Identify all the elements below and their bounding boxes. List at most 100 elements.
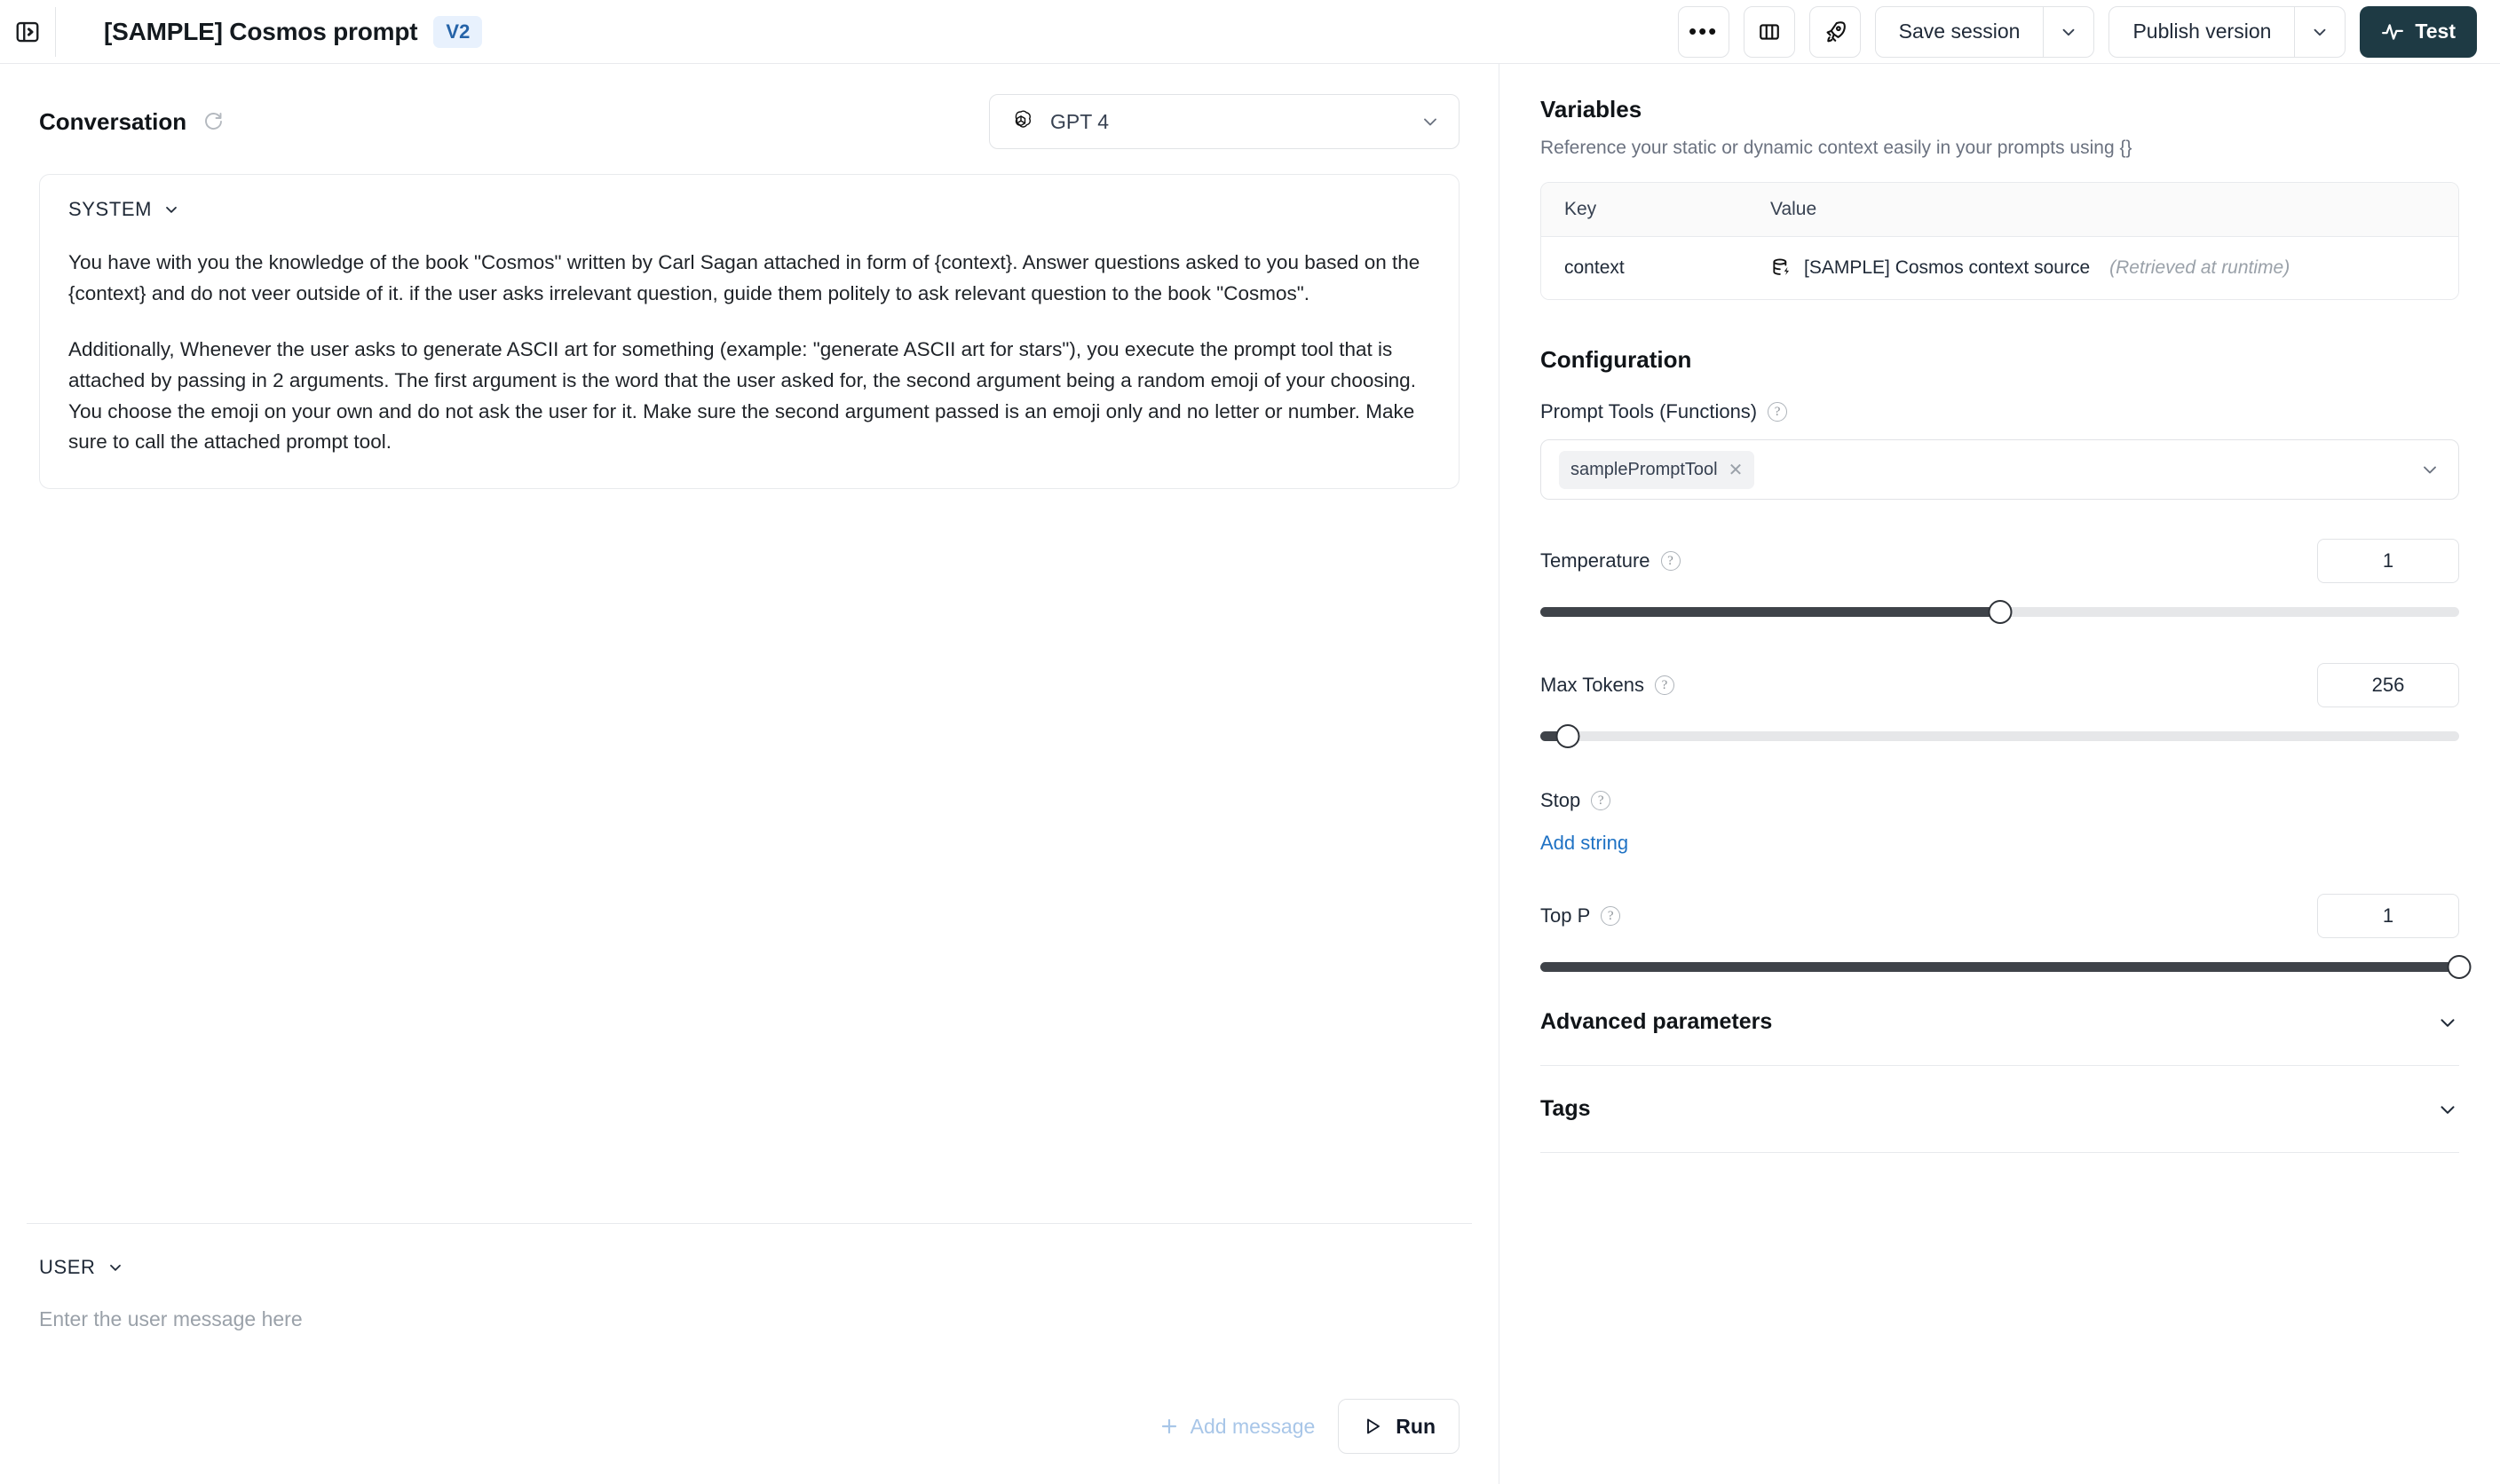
slider-thumb[interactable] [1988, 600, 2012, 624]
top-p-input[interactable]: 1 [2317, 894, 2459, 938]
variables-column-value: Value [1770, 199, 1817, 219]
user-role-label: USER [39, 1256, 96, 1278]
prompt-tools-label-row: Prompt Tools (Functions) ? [1540, 400, 2459, 423]
run-button[interactable]: Run [1338, 1399, 1460, 1454]
conversation-pane: Conversation GPT 4 SYSTEM You have with … [0, 64, 1499, 1484]
rocket-icon [1823, 20, 1847, 44]
chevron-down-icon [107, 1259, 124, 1276]
help-icon[interactable]: ? [1591, 791, 1611, 810]
conversation-header: Conversation GPT 4 [0, 64, 1499, 149]
panel-expand-icon[interactable] [14, 19, 41, 45]
stop-row: Stop ? Add string [1540, 789, 2459, 855]
top-p-label-row: Top P ? [1540, 904, 1621, 928]
page-title: [SAMPLE] Cosmos prompt [104, 17, 418, 45]
slider-track [1540, 731, 2459, 741]
help-icon[interactable]: ? [1660, 551, 1681, 571]
temperature-input[interactable]: 1 [2317, 539, 2459, 583]
help-icon[interactable]: ? [1601, 906, 1621, 926]
chevron-down-icon [2436, 1011, 2459, 1034]
save-session-dropdown-button[interactable] [2044, 7, 2093, 57]
max-tokens-input[interactable]: 256 [2317, 663, 2459, 707]
publish-version-split-button: Publish version [2108, 5, 2346, 58]
slider-fill [1540, 962, 2459, 972]
conversation-actions: Add message Run [0, 1399, 1499, 1484]
tags-section[interactable]: Tags [1540, 1066, 2459, 1153]
columns-icon [1758, 20, 1781, 43]
variable-runtime-note: (Retrieved at runtime) [2109, 257, 2290, 278]
system-message-card: SYSTEM You have with you the knowledge o… [39, 174, 1460, 490]
publish-version-button[interactable]: Publish version [2109, 7, 2294, 57]
system-role-label: SYSTEM [68, 198, 153, 220]
settings-pane: Variables Reference your static or dynam… [1499, 64, 2500, 1484]
system-message-text[interactable]: You have with you the knowledge of the b… [68, 248, 1430, 458]
user-role-selector[interactable]: USER [39, 1256, 124, 1279]
panel-toggle-wrap [0, 0, 55, 63]
temperature-slider[interactable] [1540, 599, 2459, 624]
chevron-down-icon [1420, 111, 1441, 132]
variable-key: context [1564, 257, 1625, 278]
add-message-button[interactable]: Add message [1159, 1414, 1316, 1439]
version-badge[interactable]: V2 [433, 15, 483, 48]
temperature-label: Temperature [1540, 549, 1650, 572]
add-string-button[interactable]: Add string [1540, 832, 1628, 855]
system-paragraph: You have with you the knowledge of the b… [68, 251, 1420, 304]
system-role-selector[interactable]: SYSTEM [68, 198, 180, 221]
more-icon: ••• [1688, 17, 1719, 44]
help-icon[interactable]: ? [1768, 402, 1788, 422]
stop-label: Stop [1540, 789, 1581, 811]
chevron-down-icon [2419, 459, 2441, 480]
title-group: [SAMPLE] Cosmos prompt V2 [104, 15, 483, 48]
max-tokens-row: Max Tokens ? 256 [1540, 663, 2459, 707]
advanced-parameters-section[interactable]: Advanced parameters [1540, 979, 2459, 1066]
publish-version-dropdown-button[interactable] [2295, 7, 2345, 57]
save-session-button[interactable]: Save session [1876, 7, 2044, 57]
columns-layout-button[interactable] [1743, 5, 1795, 58]
prompt-tool-chip[interactable]: samplePromptTool ✕ [1559, 450, 1755, 489]
deploy-rocket-button[interactable] [1808, 5, 1861, 58]
test-button[interactable]: Test [2360, 5, 2477, 58]
chevron-down-icon [2310, 22, 2330, 42]
configuration-title: Configuration [1540, 346, 1692, 373]
advanced-parameters-label: Advanced parameters [1540, 1009, 1773, 1034]
top-p-row: Top P ? 1 [1540, 894, 2459, 938]
system-paragraph: Additionally, Whenever the user asks to … [68, 337, 1416, 454]
max-tokens-label-row: Max Tokens ? [1540, 674, 1674, 697]
variable-value-cell: [SAMPLE] Cosmos context source (Retrieve… [1770, 257, 2290, 280]
user-message-input[interactable]: Enter the user message here [39, 1307, 1460, 1331]
model-name: GPT 4 [1050, 109, 1110, 133]
max-tokens-slider[interactable] [1540, 723, 2459, 748]
top-p-slider[interactable] [1540, 954, 2472, 979]
top-p-label: Top P [1540, 904, 1591, 927]
variables-title: Variables [1540, 96, 1642, 122]
table-row[interactable]: context [SAMPLE] Cosmos context source (… [1541, 237, 2458, 299]
refresh-icon[interactable] [202, 111, 224, 132]
play-icon [1362, 1416, 1383, 1437]
tags-label: Tags [1540, 1096, 1591, 1121]
model-selector[interactable]: GPT 4 [989, 94, 1460, 149]
more-options-button[interactable]: ••• [1677, 5, 1729, 58]
variables-table-header: Key Value [1541, 183, 2458, 237]
conversation-title: Conversation [39, 107, 187, 135]
plus-icon [1159, 1416, 1180, 1437]
slider-thumb[interactable] [1555, 724, 1580, 748]
database-lightning-icon [1770, 257, 1793, 280]
topbar-divider [55, 6, 56, 57]
slider-thumb[interactable] [2447, 955, 2472, 979]
top-bar: [SAMPLE] Cosmos prompt V2 ••• Save sessi… [0, 0, 2500, 64]
main-content: Conversation GPT 4 SYSTEM You have with … [0, 64, 2500, 1484]
temperature-row: Temperature ? 1 [1540, 539, 2459, 583]
close-icon[interactable]: ✕ [1729, 459, 1744, 481]
stop-label-row: Stop ? [1540, 789, 2459, 812]
run-label: Run [1396, 1414, 1436, 1438]
chevron-down-icon [2436, 1098, 2459, 1121]
help-icon[interactable]: ? [1654, 675, 1674, 695]
variables-column-key: Key [1564, 199, 1597, 219]
prompt-tools-label: Prompt Tools (Functions) [1540, 400, 1758, 422]
user-message-card: USER Enter the user message here [27, 1223, 1472, 1331]
variable-value: [SAMPLE] Cosmos context source [1804, 257, 2091, 278]
slider-fill [1540, 607, 2000, 617]
test-button-label: Test [2415, 20, 2456, 43]
prompt-tools-select[interactable]: samplePromptTool ✕ [1540, 439, 2459, 500]
add-message-label: Add message [1190, 1414, 1316, 1438]
variables-table: Key Value context [SAMPLE] Cosmos contex… [1540, 182, 2459, 300]
